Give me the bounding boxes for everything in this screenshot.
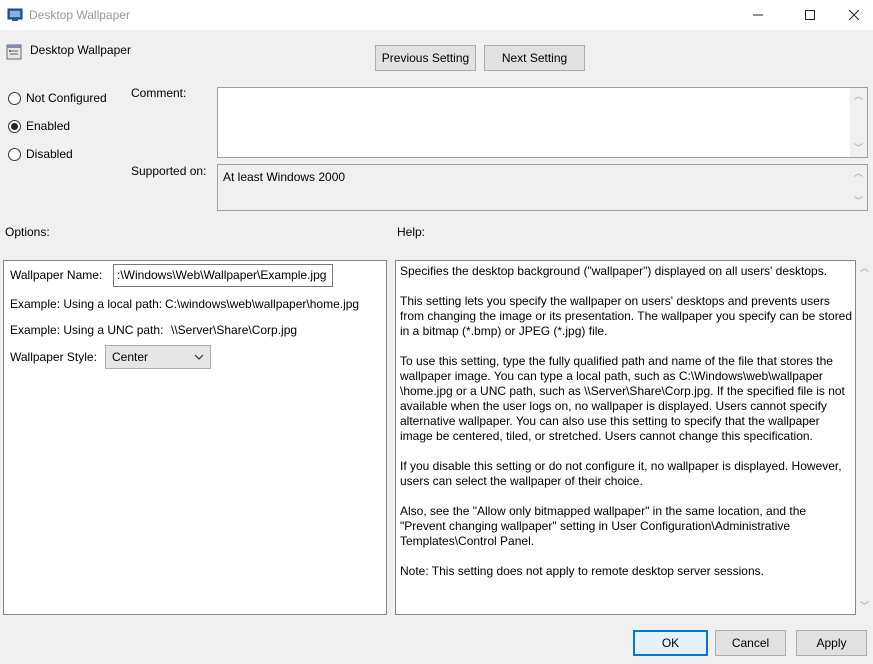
wallpaper-style-label: Wallpaper Style: xyxy=(10,350,97,364)
scroll-down-icon[interactable]: ﹀ xyxy=(854,144,863,153)
close-icon[interactable] xyxy=(831,0,873,30)
radio-circle[interactable] xyxy=(8,147,21,161)
help-text: Specifies the desktop background ("wallp… xyxy=(400,264,855,594)
policy-app-icon xyxy=(7,8,23,21)
wallpaper-style-value: Center xyxy=(112,350,149,364)
scroll-up-icon[interactable]: ︿ xyxy=(860,264,869,273)
example-local-label: Example: Using a local path: xyxy=(10,297,163,311)
supported-on-field: At least Windows 2000 ︿ ﹀ xyxy=(217,164,868,211)
maximize-icon[interactable] xyxy=(787,0,833,30)
example-unc-value: \\Server\Share\Corp.jpg xyxy=(171,323,298,337)
supported-on-value: At least Windows 2000 xyxy=(223,170,346,184)
help-scrollbar[interactable]: ︿ ﹀ xyxy=(856,260,873,615)
chevron-down-icon xyxy=(194,354,204,360)
supported-scrollbar[interactable]: ︿ ﹀ xyxy=(850,165,867,210)
comment-scrollbar[interactable]: ︿ ﹀ xyxy=(850,88,867,157)
help-paragraph: Also, see the "Allow only bitmapped wall… xyxy=(400,504,807,548)
radio-enabled[interactable]: Enabled xyxy=(8,119,70,133)
window-title: Desktop Wallpaper xyxy=(29,8,130,22)
ok-button[interactable]: OK xyxy=(633,630,708,656)
radio-not-configured[interactable]: Not Configured xyxy=(8,91,107,105)
help-paragraph: Specifies the desktop background ("wallp… xyxy=(400,264,828,278)
scroll-up-icon[interactable]: ︿ xyxy=(854,92,863,101)
next-setting-button[interactable]: Next Setting xyxy=(484,45,585,71)
help-paragraph: Note: This setting does not apply to rem… xyxy=(400,564,764,578)
radio-circle-selected[interactable] xyxy=(8,119,21,133)
policy-setting-icon xyxy=(6,44,22,60)
scroll-up-icon[interactable]: ︿ xyxy=(854,169,863,178)
radio-label: Disabled xyxy=(26,147,73,161)
scroll-down-icon[interactable]: ﹀ xyxy=(854,197,863,206)
radio-label: Enabled xyxy=(26,119,71,133)
supported-on-label: Supported on: xyxy=(131,164,207,178)
cancel-button[interactable]: Cancel xyxy=(715,630,786,656)
example-local-value: C:\windows\web\wallpaper\home.jpg xyxy=(165,297,360,311)
comment-label: Comment: xyxy=(131,86,187,100)
help-paragraph: To use this setting, type the fully qual… xyxy=(400,354,845,443)
radio-circle[interactable] xyxy=(8,91,21,105)
comment-field[interactable]: ︿ ﹀ xyxy=(217,87,868,158)
options-pane: Wallpaper Name: :\Windows\Web\Wallpaper\… xyxy=(3,260,387,615)
wallpaper-name-input[interactable]: :\Windows\Web\Wallpaper\Example.jpg xyxy=(113,264,333,287)
apply-button[interactable]: Apply xyxy=(796,630,867,656)
radio-disabled[interactable]: Disabled xyxy=(8,147,73,161)
scroll-down-icon[interactable]: ﹀ xyxy=(860,602,869,611)
wallpaper-name-label: Wallpaper Name: xyxy=(10,268,103,282)
previous-setting-button[interactable]: Previous Setting xyxy=(375,45,476,71)
help-paragraph: If you disable this setting or do not co… xyxy=(400,459,842,488)
help-paragraph: This setting lets you specify the wallpa… xyxy=(400,294,853,338)
policy-title: Desktop Wallpaper xyxy=(30,43,131,57)
minimize-icon[interactable] xyxy=(735,0,781,30)
example-unc-label: Example: Using a UNC path: xyxy=(10,323,164,337)
wallpaper-style-select[interactable]: Center xyxy=(105,345,211,369)
options-label: Options: xyxy=(5,225,50,239)
help-pane: Specifies the desktop background ("wallp… xyxy=(395,260,856,615)
help-label: Help: xyxy=(397,225,426,239)
radio-label: Not Configured xyxy=(26,91,107,105)
